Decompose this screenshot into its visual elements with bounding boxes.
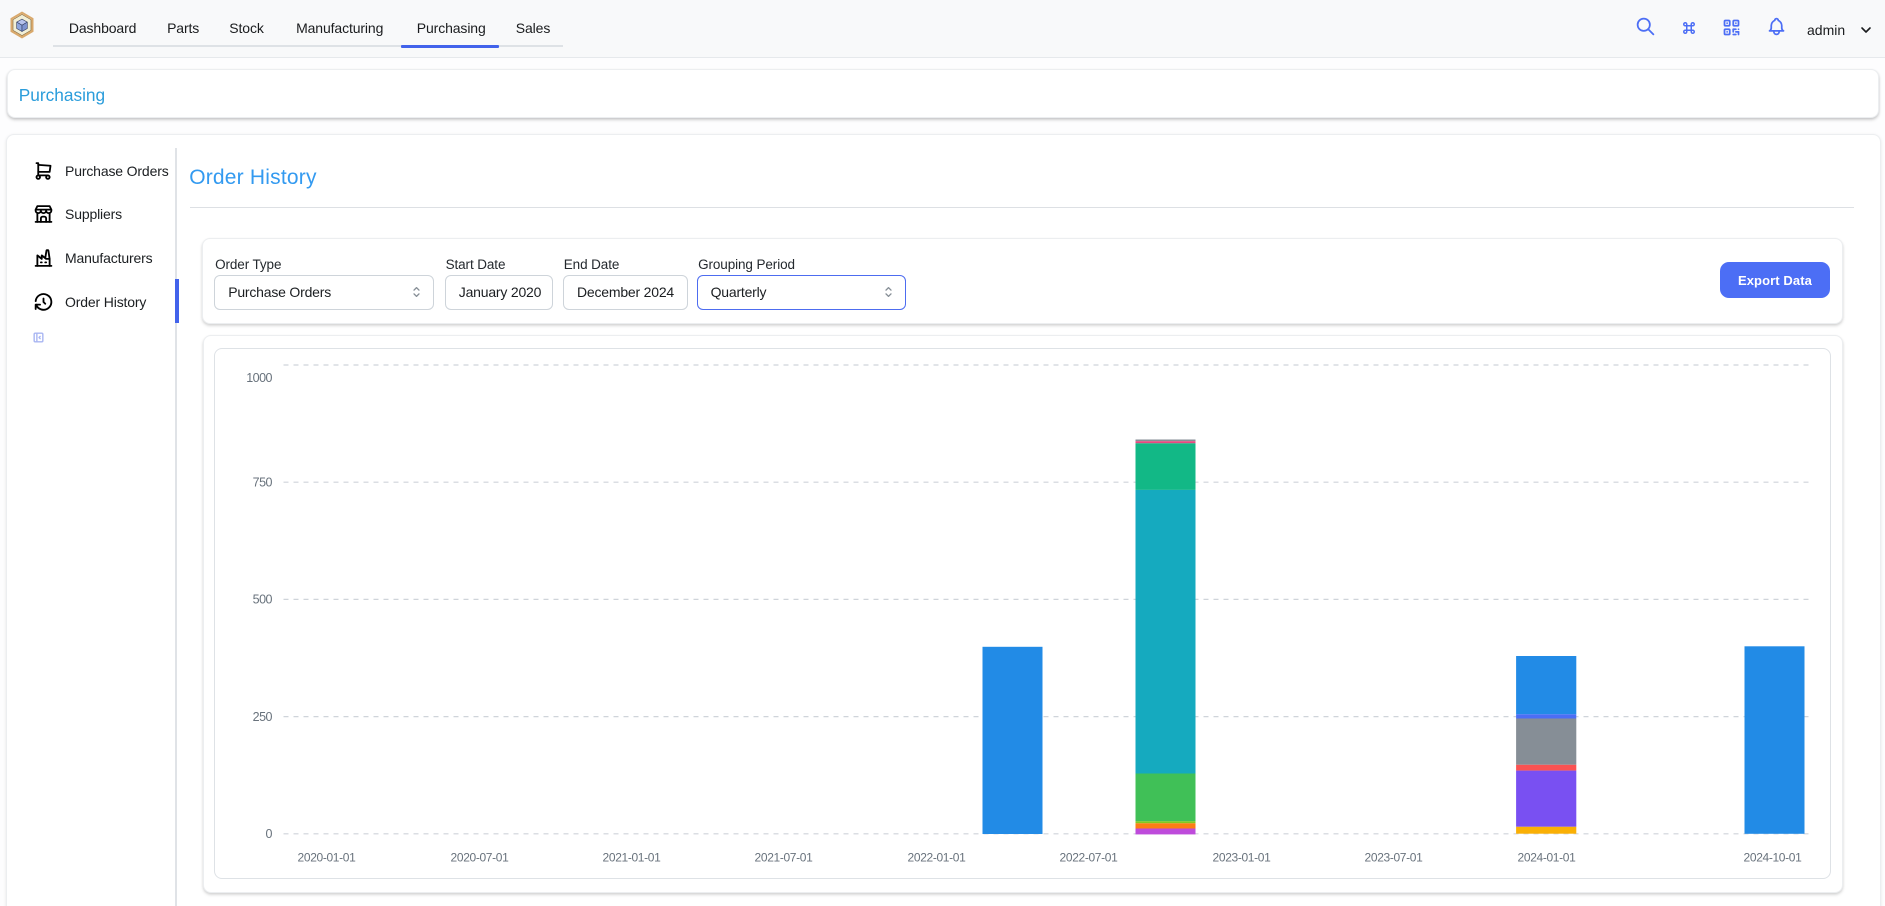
svg-text:500: 500 <box>253 593 273 607</box>
svg-text:2023-07-01: 2023-07-01 <box>1365 850 1424 864</box>
svg-text:2022-07-01: 2022-07-01 <box>1060 850 1119 864</box>
svg-text:2021-01-01: 2021-01-01 <box>603 850 662 864</box>
svg-text:750: 750 <box>253 476 273 490</box>
svg-text:2021-07-01: 2021-07-01 <box>755 850 814 864</box>
svg-text:2020-01-01: 2020-01-01 <box>298 850 357 864</box>
svg-text:2024-01-01: 2024-01-01 <box>1518 850 1577 864</box>
svg-text:1000: 1000 <box>247 371 273 385</box>
svg-text:2023-01-01: 2023-01-01 <box>1213 850 1272 864</box>
svg-text:2024-10-01: 2024-10-01 <box>1744 850 1803 864</box>
svg-text:0: 0 <box>266 827 273 841</box>
svg-text:250: 250 <box>253 710 273 724</box>
svg-text:2022-01-01: 2022-01-01 <box>908 850 967 864</box>
svg-text:2020-07-01: 2020-07-01 <box>451 850 510 864</box>
